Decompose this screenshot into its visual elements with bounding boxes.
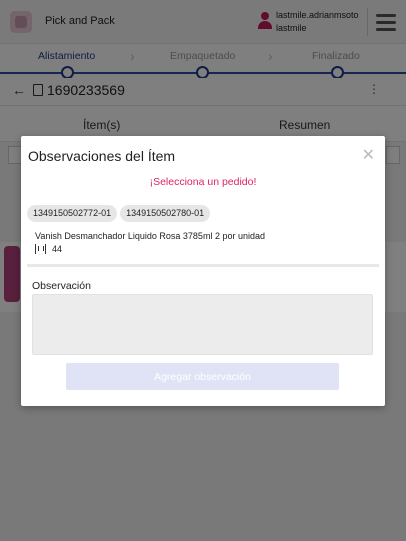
product-name: Vanish Desmanchador Liquido Rosa 3785ml … bbox=[35, 231, 265, 241]
order-chip[interactable]: 1349150502772-01 bbox=[27, 205, 118, 222]
select-order-warning: ¡Selecciona un pedido! bbox=[149, 176, 257, 188]
section-divider bbox=[27, 264, 379, 267]
product-quantity: 44 bbox=[52, 244, 63, 254]
order-chip[interactable]: 1349150502780-01 bbox=[120, 205, 211, 222]
observation-input[interactable] bbox=[32, 294, 373, 355]
add-observation-button[interactable]: Agregar observación bbox=[66, 363, 339, 390]
observation-label: Observación bbox=[32, 280, 91, 292]
barcode-icon bbox=[35, 244, 46, 254]
close-icon[interactable]: ✕ bbox=[362, 145, 375, 165]
observations-modal: Observaciones del Ítem ✕ ¡Selecciona un … bbox=[21, 136, 385, 406]
modal-title: Observaciones del Ítem bbox=[28, 148, 176, 164]
order-chips: 1349150502772-01 1349150502780-01 bbox=[27, 203, 213, 222]
